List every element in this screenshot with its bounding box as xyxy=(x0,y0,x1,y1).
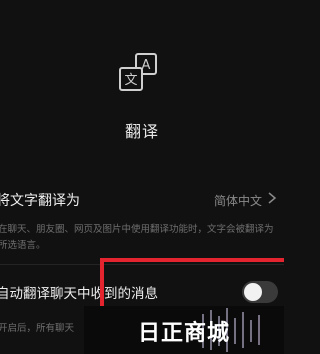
svg-text:文: 文 xyxy=(124,73,137,88)
translate-language-description: 在聊天、朋友圈、网页及图片中使用翻译功能时，文字会被翻译为所选语言。 xyxy=(0,224,274,251)
translate-language-value: 简体中文 xyxy=(213,194,262,208)
auto-translate-description: 开启后，所有聊天 xyxy=(0,323,75,334)
translate-language-label: 将文字翻译为 xyxy=(0,193,80,209)
toggle-knob xyxy=(244,283,262,301)
watermark-art: 日正商城 xyxy=(138,308,260,352)
auto-translate-toggle[interactable] xyxy=(242,281,278,303)
svg-text:日正商城: 日正商城 xyxy=(138,320,230,346)
watermark-logo: 日正商城 xyxy=(84,306,284,354)
chevron-right-icon xyxy=(268,192,277,204)
translate-icon: A 文 xyxy=(119,53,157,91)
translate-settings-screen: A 文 翻译 将文字翻译为 简体中文 在聊天、朋友圈、网页及图片中使用翻译功能时… xyxy=(0,0,284,354)
translate-language-row[interactable]: 将文字翻译为 简体中文 xyxy=(0,186,284,214)
page-title: 翻译 xyxy=(124,122,159,141)
